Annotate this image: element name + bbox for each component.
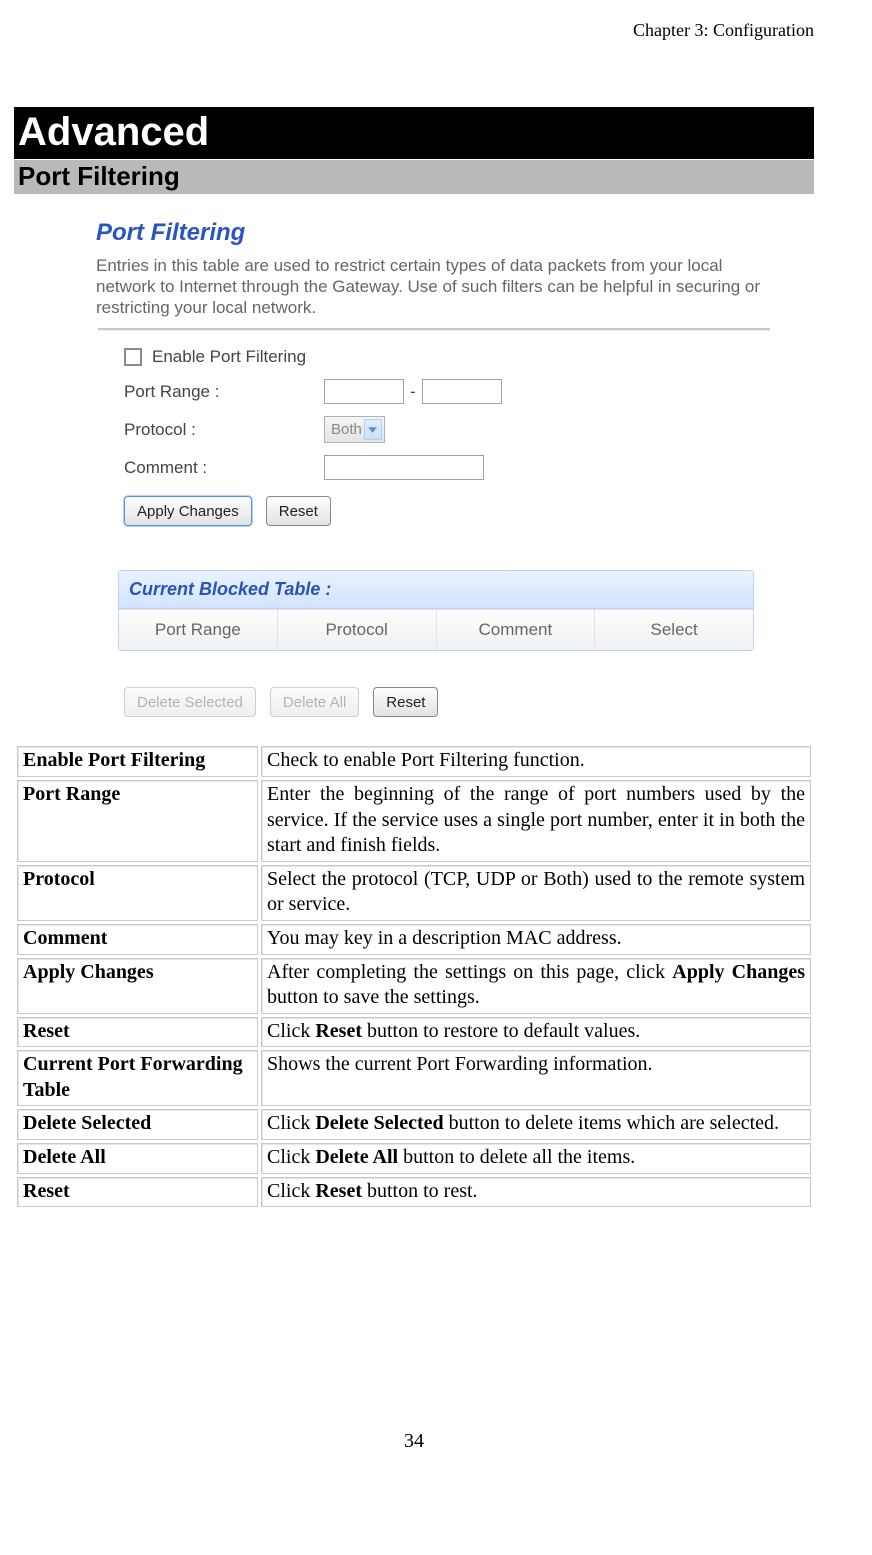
- table-row: Delete All Click Delete All button to de…: [17, 1143, 811, 1174]
- def-desc: You may key in a description MAC address…: [261, 924, 811, 955]
- chapter-header: Chapter 3: Configuration: [14, 20, 814, 41]
- definition-table: Enable Port Filtering Check to enable Po…: [14, 743, 814, 1210]
- def-desc: Check to enable Port Filtering function.: [261, 746, 811, 777]
- def-label: Reset: [17, 1177, 258, 1208]
- def-label: Comment: [17, 924, 258, 955]
- comment-row: Comment :: [94, 449, 774, 486]
- enable-port-filtering-label: Enable Port Filtering: [152, 347, 306, 367]
- port-range-start-input[interactable]: [324, 379, 404, 404]
- reset-button[interactable]: Reset: [266, 496, 331, 526]
- def-desc: Click Delete Selected button to delete i…: [261, 1109, 811, 1140]
- port-range-separator: -: [410, 382, 416, 402]
- def-desc: Click Reset button to restore to default…: [261, 1017, 811, 1048]
- def-label: Apply Changes: [17, 958, 258, 1014]
- port-range-label: Port Range :: [124, 382, 324, 402]
- col-port-range: Port Range: [119, 610, 277, 650]
- table-row: Delete Selected Click Delete Selected bu…: [17, 1109, 811, 1140]
- def-label: Delete Selected: [17, 1109, 258, 1140]
- def-label: Reset: [17, 1017, 258, 1048]
- protocol-label: Protocol :: [124, 420, 324, 440]
- def-label: Protocol: [17, 865, 258, 921]
- enable-row: Enable Port Filtering: [94, 341, 774, 373]
- section-title-port-filtering: Port Filtering: [14, 160, 814, 194]
- table-row: Comment You may key in a description MAC…: [17, 924, 811, 955]
- current-blocked-table: Current Blocked Table : Port Range Proto…: [118, 570, 754, 651]
- button-row-top: Apply Changes Reset: [94, 486, 774, 536]
- table-row: Reset Click Reset button to restore to d…: [17, 1017, 811, 1048]
- panel-description: Entries in this table are used to restri…: [94, 252, 774, 329]
- comment-input[interactable]: [324, 455, 484, 480]
- def-label: Enable Port Filtering: [17, 746, 258, 777]
- delete-all-button[interactable]: Delete All: [270, 687, 359, 717]
- def-desc: Click Delete All button to delete all th…: [261, 1143, 811, 1174]
- def-desc: Enter the beginning of the range of port…: [261, 780, 811, 862]
- section-title-advanced: Advanced: [14, 107, 814, 160]
- col-comment: Comment: [436, 610, 595, 650]
- table-row: Port Range Enter the beginning of the ra…: [17, 780, 811, 862]
- comment-label: Comment :: [124, 458, 324, 478]
- table-row: Reset Click Reset button to rest.: [17, 1177, 811, 1208]
- protocol-value: Both: [331, 421, 362, 438]
- table-row: Current Port Forwarding Table Shows the …: [17, 1050, 811, 1106]
- def-label: Port Range: [17, 780, 258, 862]
- config-panel-screenshot: Port Filtering Entries in this table are…: [94, 209, 814, 728]
- protocol-select[interactable]: Both: [324, 416, 385, 443]
- delete-selected-button[interactable]: Delete Selected: [124, 687, 256, 717]
- def-label: Current Port Forwarding Table: [17, 1050, 258, 1106]
- panel-title: Port Filtering: [94, 209, 774, 252]
- apply-changes-button[interactable]: Apply Changes: [124, 496, 252, 526]
- port-range-end-input[interactable]: [422, 379, 502, 404]
- table-row: Protocol Select the protocol (TCP, UDP o…: [17, 865, 811, 921]
- table-row: Apply Changes After completing the setti…: [17, 958, 811, 1014]
- button-row-bottom: Delete Selected Delete All Reset: [94, 651, 774, 727]
- current-blocked-table-title: Current Blocked Table :: [119, 571, 753, 609]
- col-protocol: Protocol: [277, 610, 436, 650]
- def-desc: Shows the current Port Forwarding inform…: [261, 1050, 811, 1106]
- divider: [98, 328, 770, 331]
- col-select: Select: [594, 610, 753, 650]
- page-number: 34: [14, 1430, 814, 1453]
- port-range-row: Port Range : -: [94, 373, 774, 410]
- reset-button-bottom[interactable]: Reset: [373, 687, 438, 717]
- table-row: Enable Port Filtering Check to enable Po…: [17, 746, 811, 777]
- def-desc: Click Reset button to rest.: [261, 1177, 811, 1208]
- def-desc: After completing the settings on this pa…: [261, 958, 811, 1014]
- protocol-row: Protocol : Both: [94, 410, 774, 449]
- enable-port-filtering-checkbox[interactable]: [124, 348, 142, 366]
- current-blocked-table-header: Port Range Protocol Comment Select: [119, 609, 753, 650]
- def-label: Delete All: [17, 1143, 258, 1174]
- chevron-down-icon: [364, 419, 382, 440]
- def-desc: Select the protocol (TCP, UDP or Both) u…: [261, 865, 811, 921]
